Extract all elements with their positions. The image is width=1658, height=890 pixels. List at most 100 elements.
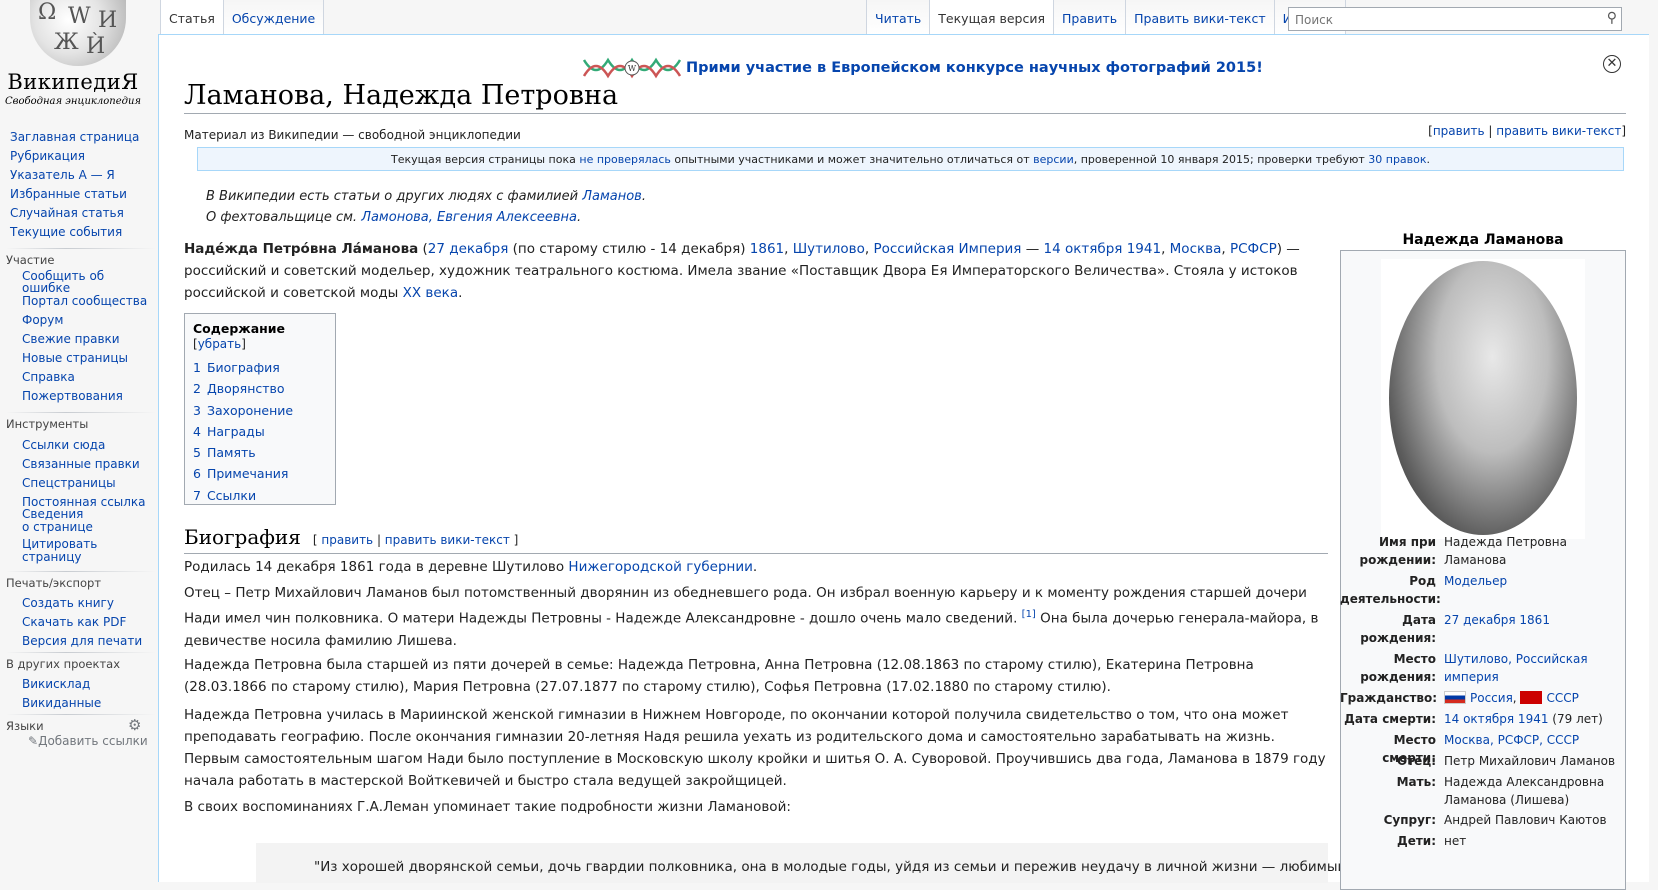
toc-entry[interactable]: 2 Дворянство <box>193 378 327 399</box>
search-input[interactable] <box>1293 9 1597 31</box>
title-edit-link[interactable]: править <box>1433 124 1485 138</box>
tab-read[interactable]: Читать <box>866 0 931 34</box>
blockquote: "Из хорошей дворянской семьи, дочь гвард… <box>256 843 1412 883</box>
wikipedia-logo[interactable]: Ω W И Ж Ѝ ВикипедиЯ Свободная энциклопед… <box>0 0 160 120</box>
view-tabs: Читать Текущая версия Править Править ви… <box>866 0 1347 34</box>
nav-categories[interactable]: Рубрикация <box>10 147 139 166</box>
hatnote-surname: В Википедии есть статьи о других людях с… <box>206 189 646 204</box>
nav-index[interactable]: Указатель А — Я <box>10 166 139 185</box>
nav-current-events[interactable]: Текущие события <box>10 223 139 242</box>
link-occupation[interactable]: Модельер <box>1444 574 1507 588</box>
link-moscow[interactable]: Москва <box>1170 241 1222 257</box>
hatnote-text: В Википедии есть статьи о других людях с… <box>206 189 583 204</box>
paragraph-2: Отец – Петр Михайлович Ламанов был потом… <box>184 582 1328 652</box>
quote-text: "Из хорошей дворянской семьи, дочь гвард… <box>314 859 1413 875</box>
tab-current-version[interactable]: Текущая версия <box>930 0 1055 34</box>
review-text: . <box>1426 153 1431 166</box>
title-edit-source-link[interactable]: править вики-текст <box>1496 124 1621 138</box>
infobox-label: Дети: <box>1397 834 1436 848</box>
link-birthday[interactable]: 27 декабря <box>428 241 509 257</box>
nav-page-info[interactable]: Сведения <box>22 508 93 521</box>
link-20th-century[interactable]: XX века <box>403 285 458 301</box>
review-link-unchecked[interactable]: не проверялась <box>579 153 671 166</box>
nav-commons[interactable]: Викисклад <box>22 675 101 694</box>
link-death-place[interactable]: Москва, РСФСР, СССР <box>1444 733 1579 747</box>
link-death-day[interactable]: 14 октября <box>1044 241 1123 257</box>
link-1941[interactable]: 1941 <box>1127 241 1161 257</box>
svg-text:W: W <box>628 64 637 73</box>
toc-heading: Содержание [убрать] <box>193 321 286 351</box>
tab-article[interactable]: Статья <box>160 0 224 34</box>
infobox-label: Мать: <box>1396 775 1436 789</box>
infobox-value: Шутилово, Российская империя <box>1444 650 1620 686</box>
nav-main-page[interactable]: Заглавная страница <box>10 128 139 147</box>
globe-icon: Ω W И Ж Ѝ <box>30 0 126 66</box>
link-russia[interactable]: Россия <box>1470 691 1513 705</box>
link-death-date[interactable]: 14 октября 1941 <box>1444 712 1548 726</box>
nav-create-book[interactable]: Создать книгу <box>22 594 142 613</box>
nav-donate[interactable]: Пожертвования <box>22 387 147 406</box>
nav-page-info-2[interactable]: о странице <box>22 520 93 534</box>
add-links-button[interactable]: ✎Добавить ссылки <box>28 734 148 748</box>
nav-featured[interactable]: Избранные статьи <box>10 185 139 204</box>
separator: | <box>1488 124 1493 138</box>
link-1861[interactable]: 1861 <box>750 241 784 257</box>
nav-wikidata[interactable]: Викиданные <box>22 694 101 713</box>
section-edit-link[interactable]: править <box>321 533 373 547</box>
portrait-image[interactable] <box>1381 259 1585 539</box>
section-heading-biography: Биография[ править | править вики-текст … <box>184 525 1328 554</box>
infobox-label: Отец: <box>1397 754 1436 768</box>
toc-entry[interactable]: 5 Память <box>193 442 327 463</box>
toc-entry[interactable]: 7 Ссылки <box>193 485 327 506</box>
nav-download-pdf[interactable]: Скачать как PDF <box>22 613 142 632</box>
nav-new-pages[interactable]: Новые страницы <box>22 349 147 368</box>
nav-random[interactable]: Случайная статья <box>10 204 139 223</box>
review-link-version[interactable]: версии <box>1033 153 1074 166</box>
hatnote-link-lamanov[interactable]: Ламанов <box>582 189 642 204</box>
nav-related-changes[interactable]: Связанные правки <box>22 455 146 474</box>
nav-cite-2[interactable]: страницу <box>22 550 97 564</box>
close-icon[interactable]: ✕ <box>1603 55 1621 73</box>
toc-entry[interactable]: 1 Биография <box>193 357 327 378</box>
link-rsfsr[interactable]: РСФСР <box>1230 241 1277 257</box>
link-birth-date[interactable]: 27 декабря 1861 <box>1444 613 1550 627</box>
nav-recent-changes[interactable]: Свежие правки <box>22 330 147 349</box>
site-subtitle: Материал из Википедии — свободной энцикл… <box>184 128 521 142</box>
toc-number: 1 <box>193 360 201 375</box>
gear-icon[interactable]: ⚙ <box>128 716 141 734</box>
nav-special-pages[interactable]: Спецстраницы <box>22 474 146 493</box>
main-navigation: Заглавная страница Рубрикация Указатель … <box>10 128 139 242</box>
link-birth-place[interactable]: Шутилово, Российская <box>1444 652 1588 666</box>
nav-forum[interactable]: Форум <box>22 311 147 330</box>
tab-talk[interactable]: Обсуждение <box>223 0 325 34</box>
campaign-banner[interactable]: W Прими участие в Европейском конкурсе н… <box>582 54 1263 82</box>
section-edit-source-link[interactable]: править вики-текст <box>385 533 510 547</box>
hatnote-link-lamonova[interactable]: Ламонова, Евгения Алексеевна <box>361 210 577 225</box>
infobox-row-birth-date: Дата рождения: 27 декабря 1861 <box>1340 611 1626 647</box>
link-russian-empire[interactable]: Российская Империя <box>873 241 1021 257</box>
toc-entry[interactable]: 6 Примечания <box>193 463 327 484</box>
toc-entry[interactable]: 4 Награды <box>193 421 327 442</box>
toc-number: 3 <box>193 402 201 418</box>
link-birth-place-2[interactable]: империя <box>1444 670 1499 684</box>
nav-cite[interactable]: Цитировать <box>22 538 97 551</box>
tab-edit[interactable]: Править <box>1054 0 1127 34</box>
nav-help[interactable]: Справка <box>22 368 147 387</box>
toc-entry[interactable]: 3 Захоронение <box>193 400 327 421</box>
portal-tools: Ссылки сюда Связанные правки Спецстраниц… <box>22 436 146 512</box>
nav-what-links-here[interactable]: Ссылки сюда <box>22 436 146 455</box>
link-ussr[interactable]: СССР <box>1546 691 1578 705</box>
nav-printable[interactable]: Версия для печати <box>22 632 142 651</box>
reference-1[interactable]: [1] <box>1022 609 1036 620</box>
nav-community-portal[interactable]: Портал сообщества <box>22 292 147 311</box>
flag-ussr-icon <box>1520 691 1543 704</box>
toc-toggle[interactable]: убрать <box>198 337 242 351</box>
link-nizhny-governorate[interactable]: Нижегородской губернии <box>568 559 752 575</box>
review-link-edits[interactable]: 30 правок <box>1368 153 1426 166</box>
search-icon[interactable]: ⚲ <box>1607 10 1617 26</box>
link-shutilovo[interactable]: Шутилово <box>793 241 865 257</box>
tab-edit-source[interactable]: Править вики-текст <box>1126 0 1275 34</box>
toc-label: Захоронение <box>206 402 294 418</box>
body-text: Родилась 14 декабря 1861 года в деревне … <box>184 559 569 575</box>
infobox-value: Андрей Павлович Каютов <box>1444 813 1607 827</box>
